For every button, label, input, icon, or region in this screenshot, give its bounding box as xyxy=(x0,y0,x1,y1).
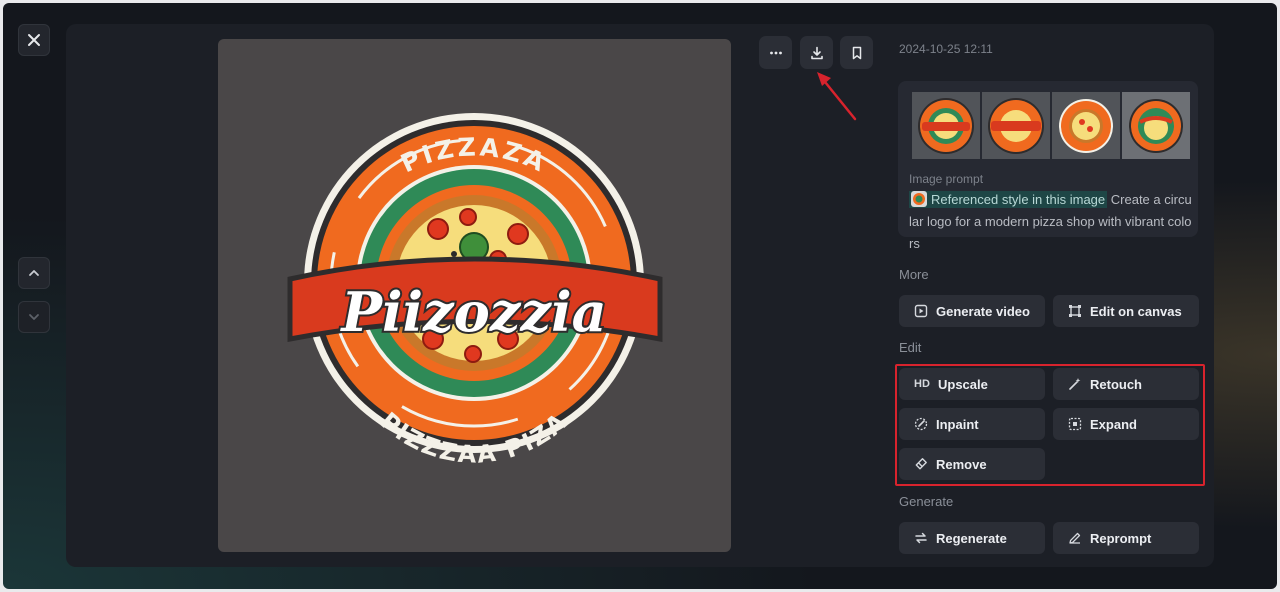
chevron-down-icon xyxy=(29,314,39,320)
pizza-thumbnail-icon xyxy=(1129,98,1183,153)
previous-image-button[interactable] xyxy=(18,257,50,289)
variant-thumbnail-3[interactable] xyxy=(1122,92,1190,159)
created-timestamp: 2024-10-25 12:11 xyxy=(899,42,993,56)
edit-on-canvas-label: Edit on canvas xyxy=(1090,303,1182,319)
prompt-text: Referenced style in this image Create a … xyxy=(909,189,1193,255)
more-options-button[interactable] xyxy=(759,36,792,69)
edit-on-canvas-button[interactable]: Edit on canvas xyxy=(1053,295,1199,327)
canvas-frame-icon xyxy=(1067,303,1083,319)
close-icon xyxy=(28,34,40,46)
regenerate-label: Regenerate xyxy=(936,530,1007,546)
close-button[interactable] xyxy=(18,24,50,56)
generate-video-label: Generate video xyxy=(936,303,1030,319)
prompt-card: Image prompt Referenced style in this im… xyxy=(898,81,1198,251)
variant-thumbnail-2[interactable] xyxy=(1052,92,1120,159)
more-horizontal-icon xyxy=(769,51,782,54)
download-icon xyxy=(810,46,823,59)
logo-banner-text: Piizozzia xyxy=(339,280,606,344)
section-label-generate: Generate xyxy=(899,494,954,509)
reprompt-label: Reprompt xyxy=(1090,530,1152,546)
generated-image: Piizozzia PIZZAZA PIZZZAA PIZA xyxy=(218,39,731,552)
pizza-thumbnail-icon xyxy=(918,97,974,154)
bookmark-icon xyxy=(852,46,861,59)
generate-video-button[interactable]: Generate video xyxy=(899,295,1045,327)
video-plus-icon xyxy=(913,303,929,319)
section-label-more: More xyxy=(899,267,929,282)
next-image-button[interactable] xyxy=(18,301,50,333)
section-label-edit: Edit xyxy=(899,340,922,355)
regenerate-button[interactable]: Regenerate xyxy=(899,522,1045,554)
download-button[interactable] xyxy=(800,36,833,69)
referenced-style-chip[interactable]: Referenced style in this image xyxy=(909,191,1108,208)
image-viewer: Piizozzia PIZZAZA PIZZZAA PIZA 2024-10-2… xyxy=(3,3,1277,589)
prompt-label: Image prompt xyxy=(909,172,984,186)
variant-thumbnail-1[interactable] xyxy=(982,92,1050,159)
pizza-thumbnail-icon xyxy=(1059,98,1113,153)
reference-thumbnail[interactable] xyxy=(912,92,980,159)
refresh-icon xyxy=(913,530,929,546)
referenced-style-label: Referenced style in this image xyxy=(931,192,1106,207)
pizza-logo-image: Piizozzia PIZZAZA PIZZZAA PIZA xyxy=(287,113,663,469)
chevron-up-icon xyxy=(29,270,39,276)
reference-image-icon xyxy=(911,191,927,207)
pizza-thumbnail-icon xyxy=(988,97,1044,154)
annotation-arrow-icon xyxy=(817,72,857,121)
annotation-highlight-box xyxy=(895,364,1205,486)
pencil-icon xyxy=(1067,530,1083,546)
bookmark-button[interactable] xyxy=(840,36,873,69)
reprompt-button[interactable]: Reprompt xyxy=(1053,522,1199,554)
